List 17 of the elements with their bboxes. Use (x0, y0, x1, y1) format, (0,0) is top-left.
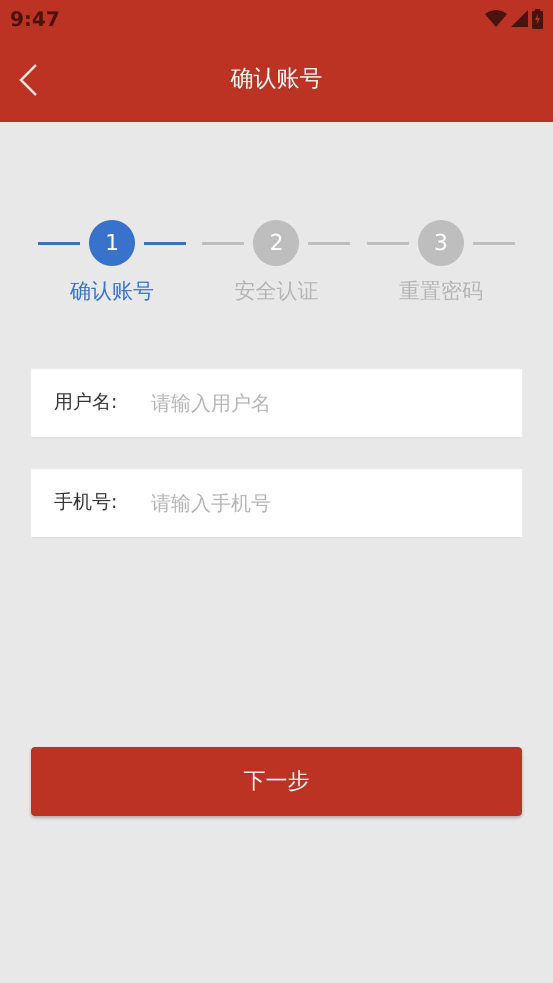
next-button[interactable]: 下一步 (31, 746, 522, 816)
step-number: 2 (253, 220, 300, 266)
field-label: 用户名: (54, 390, 118, 416)
step-number: 1 (89, 220, 136, 266)
input-field[interactable]: 手机号: 请输入手机号 (31, 468, 522, 538)
signal-icon (511, 10, 528, 27)
input-field[interactable]: 用户名: 请输入用户名 (31, 368, 522, 438)
page-title: 确认账号 (230, 65, 322, 94)
text-input[interactable]: 请输入手机号 (149, 486, 522, 518)
battery-icon (532, 8, 543, 28)
back-button[interactable] (18, 63, 38, 97)
step-label: 确认账号 (70, 278, 154, 305)
field-label: 手机号: (54, 490, 118, 516)
status-time: 9:47 (10, 6, 60, 32)
step-number: 3 (418, 220, 464, 266)
text-input[interactable]: 请输入用户名 (149, 386, 522, 418)
wifi-icon (485, 10, 507, 27)
